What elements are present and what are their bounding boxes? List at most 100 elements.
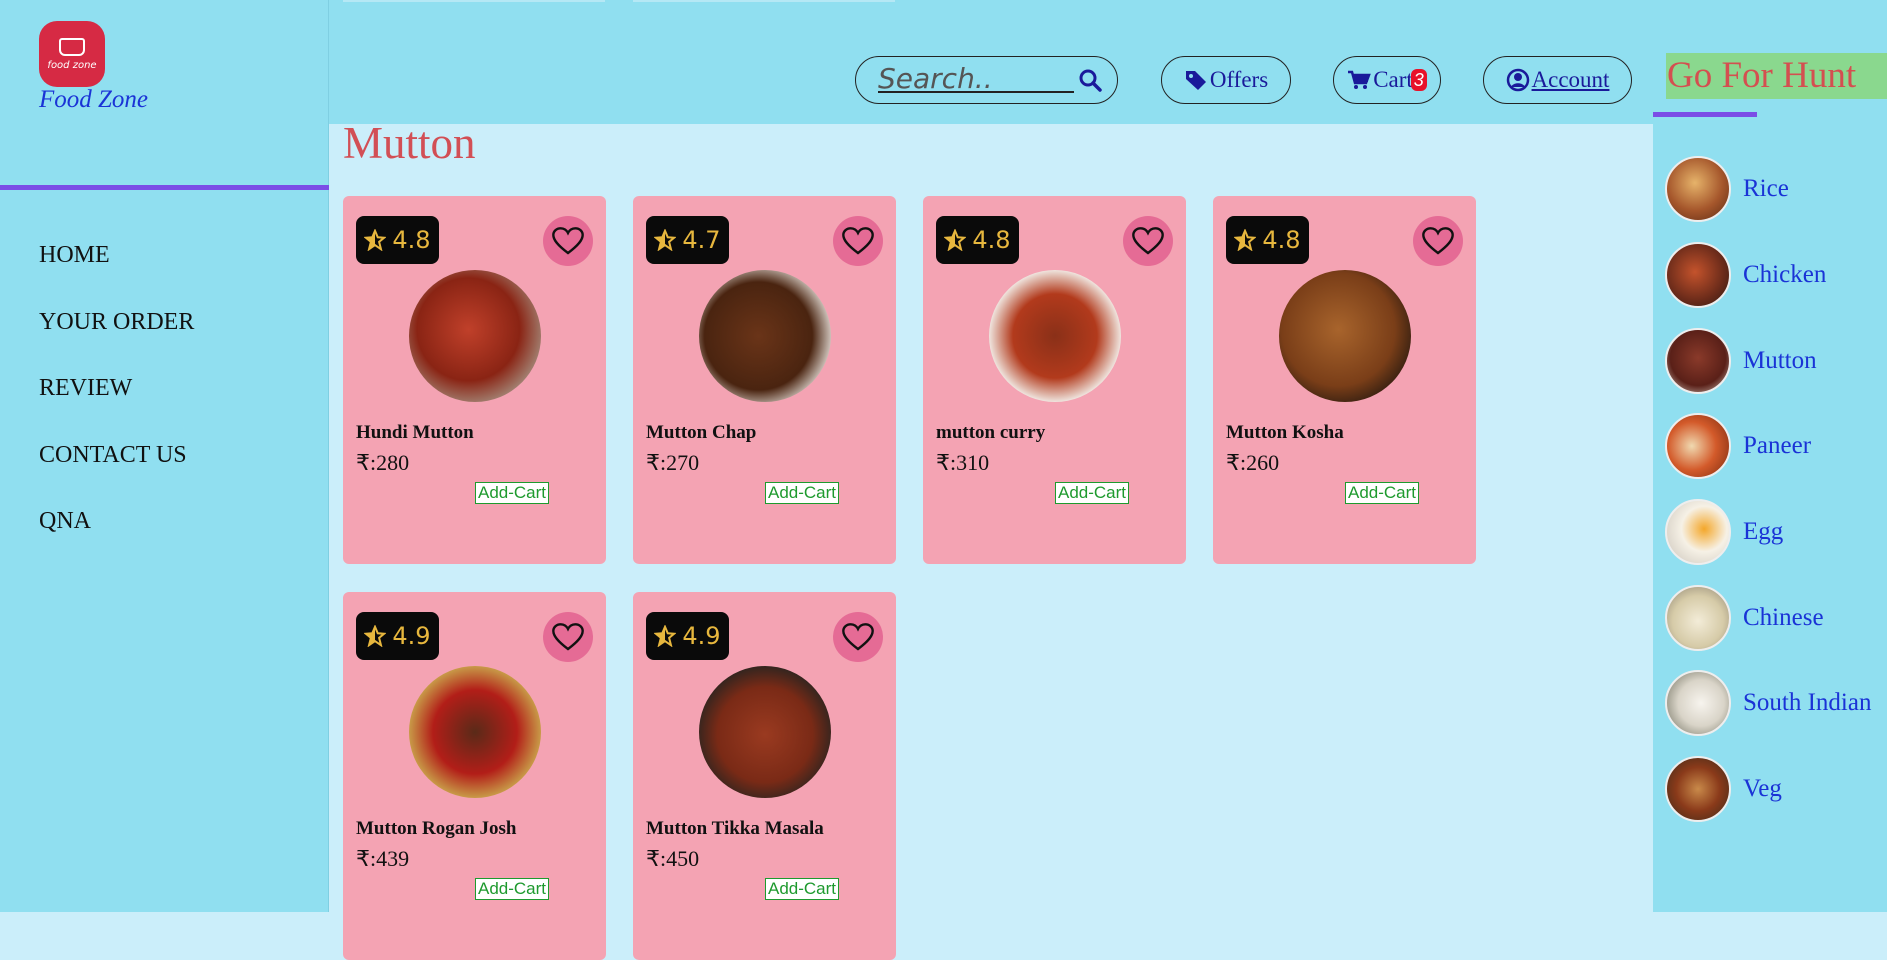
rating-badge: 4.8	[1226, 216, 1309, 264]
category-label: Paneer	[1743, 432, 1812, 459]
offers-label: Offers	[1209, 67, 1269, 92]
page-title: Mutton	[343, 118, 476, 168]
mutton-curry-photo	[989, 270, 1121, 402]
user-circle-icon	[1506, 68, 1529, 92]
cart-count-badge: 3	[1410, 69, 1427, 91]
tagline-underline	[1653, 112, 1757, 117]
search-icon[interactable]	[1078, 68, 1102, 92]
chicken-thumbnail	[1665, 242, 1731, 308]
half-star-icon	[944, 229, 967, 251]
half-star-icon	[364, 229, 387, 251]
category-label: Veg	[1743, 775, 1782, 802]
half-star-icon	[1234, 229, 1257, 251]
half-star-icon	[654, 625, 677, 647]
nav-item-review[interactable]: REVIEW	[39, 373, 194, 440]
account-button[interactable]: Account	[1483, 56, 1632, 104]
rating-value: 4.8	[392, 226, 431, 254]
category-label: Mutton	[1743, 347, 1817, 374]
rating-value: 4.8	[1262, 226, 1301, 254]
favorite-heart-icon[interactable]	[1413, 216, 1463, 266]
nav-item-home[interactable]: HOME	[39, 240, 194, 307]
rating-value: 4.9	[682, 622, 721, 650]
hundi-mutton-photo	[409, 270, 541, 402]
dish-name: Mutton Kosha	[1226, 422, 1344, 443]
rating-badge: 4.8	[356, 216, 439, 264]
category-item-chinese[interactable]: Chinese	[1665, 585, 1824, 651]
add-cart-button[interactable]: Add-Cart	[1345, 482, 1420, 504]
rating-value: 4.7	[682, 226, 721, 254]
mutton-kosha-photo	[1279, 270, 1411, 402]
add-cart-button[interactable]: Add-Cart	[475, 482, 550, 504]
food-zone-logo[interactable]: food zone	[39, 21, 105, 87]
dish-price: ₹:260	[1226, 450, 1280, 475]
nav-item-qna[interactable]: QNA	[39, 506, 194, 573]
dish-price: ₹:310	[936, 450, 990, 475]
category-item-egg[interactable]: Egg	[1665, 499, 1783, 565]
rating-badge: 4.9	[646, 612, 729, 660]
half-star-icon	[364, 625, 387, 647]
mutton-thumbnail	[1665, 328, 1731, 394]
dish-price: ₹:280	[356, 450, 410, 475]
rating-value: 4.8	[972, 226, 1011, 254]
rating-badge: 4.9	[356, 612, 439, 660]
add-cart-button[interactable]: Add-Cart	[475, 878, 550, 900]
paneer-thumbnail	[1665, 413, 1731, 479]
dish-card: 4.7 Mutton Chap ₹:270 Add-Cart	[633, 196, 896, 564]
category-item-south-indian[interactable]: South Indian	[1665, 670, 1871, 736]
favorite-heart-icon[interactable]	[833, 612, 883, 662]
favorite-heart-icon[interactable]	[1123, 216, 1173, 266]
add-cart-button[interactable]: Add-Cart	[765, 878, 840, 900]
tagline: Go For Hunt	[1666, 53, 1887, 99]
category-label: Chicken	[1743, 261, 1827, 288]
nav-item-contact-us[interactable]: CONTACT US	[39, 440, 194, 507]
rice-thumbnail	[1665, 156, 1731, 222]
dish-name: Mutton Rogan Josh	[356, 818, 517, 839]
half-star-icon	[654, 229, 677, 251]
tag-icon	[1185, 71, 1206, 90]
favorite-heart-icon[interactable]	[543, 216, 593, 266]
rating-badge: 4.7	[646, 216, 729, 264]
chinese-thumbnail	[1665, 585, 1731, 651]
category-sidebar: Rice Chicken Mutton Paneer Egg Chinese S…	[1653, 124, 1887, 912]
search-box	[855, 56, 1118, 104]
add-cart-button[interactable]: Add-Cart	[1055, 482, 1130, 504]
favorite-heart-icon[interactable]	[543, 612, 593, 662]
category-item-mutton[interactable]: Mutton	[1665, 328, 1817, 394]
dish-price: ₹:450	[646, 846, 700, 871]
category-item-paneer[interactable]: Paneer	[1665, 413, 1811, 479]
cart-icon	[1348, 70, 1371, 89]
add-cart-button[interactable]: Add-Cart	[765, 482, 840, 504]
cart-button[interactable]: Cart 3	[1333, 56, 1441, 104]
dish-card: 4.9 Mutton Tikka Masala ₹:450 Add-Cart	[633, 592, 896, 960]
dish-name: mutton curry	[936, 422, 1046, 443]
mutton-tikka-masala-photo	[699, 666, 831, 798]
sidebar-divider	[0, 185, 329, 190]
search-input[interactable]	[878, 65, 1074, 93]
mutton-rogan-josh-photo	[409, 666, 541, 798]
dish-card: 4.8 mutton curry ₹:310 Add-Cart	[923, 196, 1186, 564]
rating-badge: 4.8	[936, 216, 1019, 264]
main-nav: HOME YOUR ORDER REVIEW CONTACT US QNA	[39, 240, 194, 573]
dish-card: 4.8 Mutton Kosha ₹:260 Add-Cart	[1213, 196, 1476, 564]
offers-button[interactable]: Offers	[1161, 56, 1291, 104]
account-label: Account	[1531, 67, 1610, 92]
category-item-rice[interactable]: Rice	[1665, 156, 1789, 222]
dish-name: Hundi Mutton	[356, 422, 474, 443]
egg-thumbnail	[1665, 499, 1731, 565]
dish-card: 4.9 Mutton Rogan Josh ₹:439 Add-Cart	[343, 592, 606, 960]
category-item-veg[interactable]: Veg	[1665, 756, 1782, 822]
rating-value: 4.9	[392, 622, 431, 650]
food-delivery-icon	[59, 37, 85, 56]
cart-label: Cart	[1373, 67, 1413, 92]
dish-card: 4.8 Hundi Mutton ₹:280 Add-Cart	[343, 196, 606, 564]
category-item-chicken[interactable]: Chicken	[1665, 242, 1826, 308]
dish-price: ₹:439	[356, 846, 410, 871]
nav-item-your-order[interactable]: YOUR ORDER	[39, 307, 194, 374]
category-label: South Indian	[1743, 689, 1872, 716]
favorite-heart-icon[interactable]	[833, 216, 883, 266]
mutton-chap-photo	[699, 270, 831, 402]
veg-thumbnail	[1665, 756, 1731, 822]
left-sidebar: food zone Food Zone HOME YOUR ORDER REVI…	[0, 0, 329, 912]
dish-price: ₹:270	[646, 450, 700, 475]
category-label: Egg	[1743, 518, 1784, 545]
